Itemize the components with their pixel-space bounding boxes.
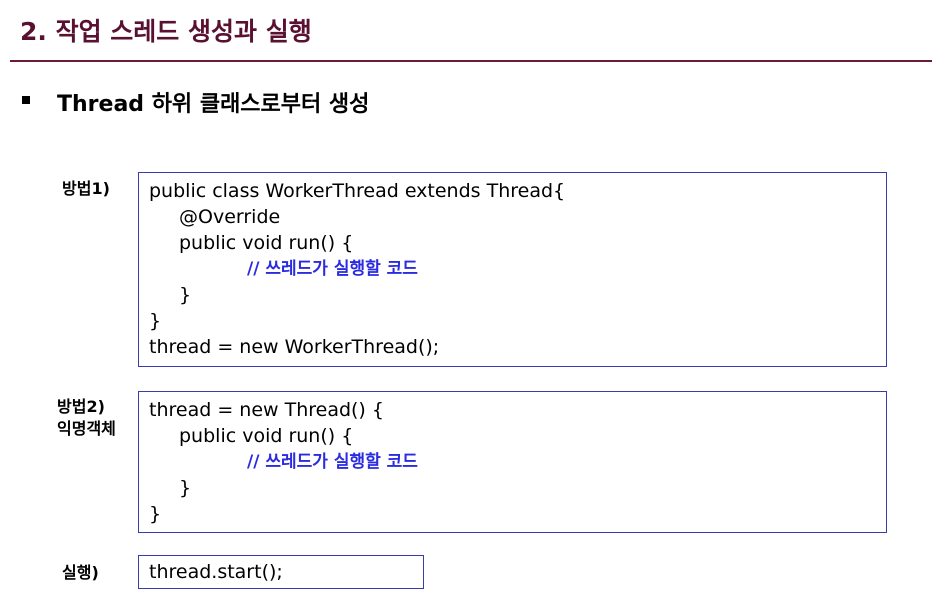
slide-title: 2. 작업 스레드 생성과 실행 [20,17,312,46]
bullet-text: Thread 하위 클래스로부터 생성 [57,92,370,117]
code-comment: // 쓰레드가 실행할 코드 [247,452,418,472]
code-line: thread = new WorkerThread(); [149,336,440,358]
bullet-square-icon [22,96,30,104]
method2-label: 방법2) 익명객체 [57,396,116,440]
code-line: public void run() { [179,425,354,447]
code-line: } [179,284,192,306]
execute-label: 실행) [62,563,99,582]
code-line: } [149,310,162,332]
method1-label: 방법1) [62,179,110,198]
title-divider [10,60,932,62]
execute-code-box: thread.start(); [138,555,424,589]
method2-code-box: thread = new Thread() { public void run(… [138,391,887,533]
method2-label-line2: 익명객체 [57,419,116,438]
code-line: public class WorkerThread extends Thread… [149,180,566,202]
code-line: @Override [179,206,281,228]
method1-code-box: public class WorkerThread extends Thread… [138,172,887,367]
code-line: } [179,477,192,499]
code-comment: // 쓰레드가 실행할 코드 [247,259,418,279]
method2-label-line1: 방법2) [57,397,105,416]
code-line: public void run() { [179,232,354,254]
code-line: thread.start(); [149,561,283,583]
code-line: thread = new Thread() { [149,399,384,421]
code-line: } [149,503,162,525]
